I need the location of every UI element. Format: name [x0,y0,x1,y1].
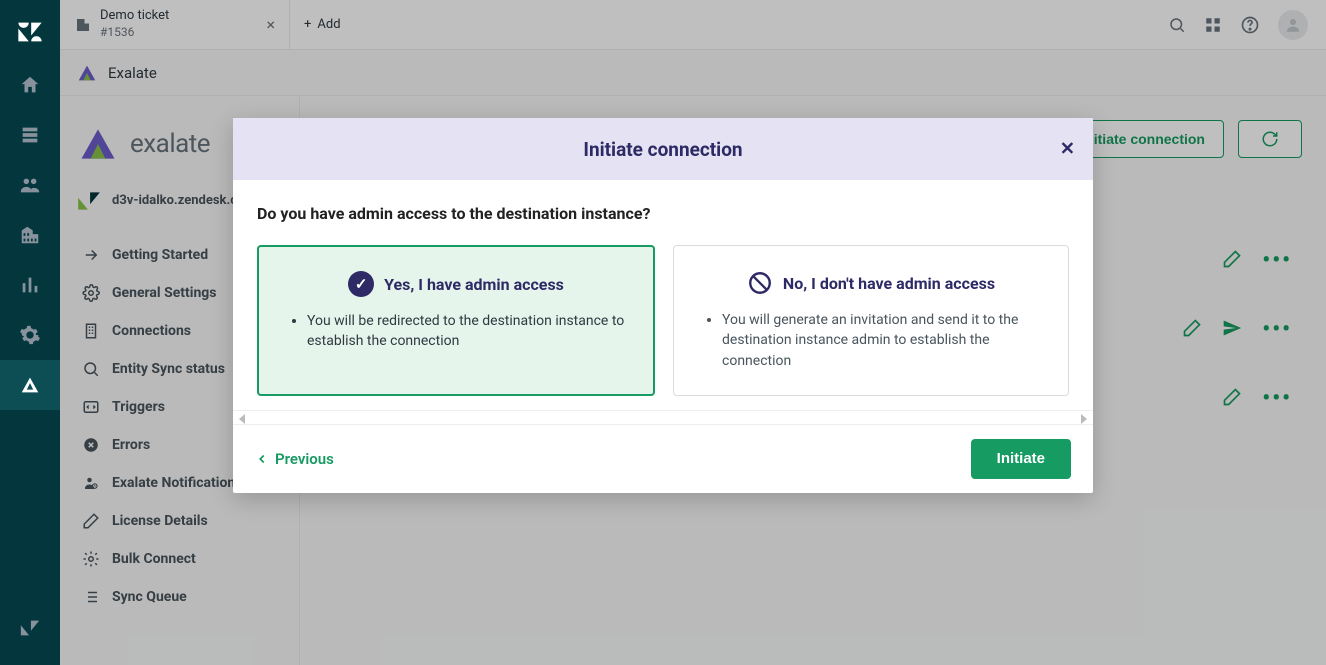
more-action[interactable]: ••• [1262,386,1292,411]
tab-title: Demo ticket [100,8,169,25]
modal-header: Initiate connection ✕ [233,118,1093,180]
option-bullet: You will be redirected to the destinatio… [307,311,631,352]
close-icon[interactable]: ✕ [1060,139,1075,160]
exalate-logo-icon [76,122,120,166]
add-tab-label: Add [317,17,340,32]
app-subheader: Exalate [60,50,1326,96]
nav-license[interactable]: License Details [76,504,283,538]
edit-action[interactable] [1222,249,1242,273]
button-label: Initiate connection [1081,131,1205,147]
nav-label: Getting Started [112,247,208,263]
rail-organizations[interactable] [0,210,60,260]
plus-icon: + [304,17,311,32]
nav-label: Triggers [112,399,165,415]
option-no-admin[interactable]: No, I don't have admin access You will g… [673,245,1069,396]
initiate-button[interactable]: Initiate [971,439,1071,479]
option-bullet: You will generate an invitation and send… [722,310,1046,371]
more-action[interactable]: ••• [1262,248,1292,273]
nav-label: Bulk Connect [112,551,196,567]
modal-title: Initiate connection [583,138,742,161]
rail-reporting[interactable] [0,260,60,310]
rail-zendesk-products[interactable] [0,603,60,653]
nav-sync-queue[interactable]: Sync Queue [76,580,283,614]
apps-icon[interactable] [1204,15,1222,35]
edit-icon [1182,318,1202,338]
list-icon [82,588,100,606]
option-yes-admin[interactable]: ✓ Yes, I have admin access You will be r… [257,245,655,396]
modal-question: Do you have admin access to the destinat… [257,204,1069,223]
nav-label: Entity Sync status [112,361,225,377]
chevron-left-icon [255,452,269,466]
edit-icon [1222,387,1242,407]
gear-icon [82,550,100,568]
ticket-icon [74,16,92,34]
error-icon [82,436,100,454]
nav-label: Errors [112,437,150,453]
zendesk-logo-icon [16,18,44,46]
zendesk-instance-icon [76,188,102,214]
add-tab-button[interactable]: + Add [290,0,355,49]
left-rail [0,0,60,665]
nav-label: Exalate Notifications [112,475,242,491]
exalate-glyph-icon [76,62,98,84]
refresh-button[interactable] [1238,120,1302,158]
rail-exalate[interactable] [0,360,60,410]
building-icon [82,322,100,340]
edit-action[interactable] [1182,318,1202,342]
initiate-connection-modal: Initiate connection ✕ Do you have admin … [233,118,1093,493]
exalate-brand-text: exalate [130,129,210,159]
arrow-right-icon [82,246,100,264]
edit-action[interactable] [1222,387,1242,411]
tabs-bar: Demo ticket #1536 × + Add [60,0,1326,50]
prohibited-icon [747,270,773,296]
nav-bulk-connect[interactable]: Bulk Connect [76,542,283,576]
rail-home[interactable] [0,60,60,110]
rail-customers[interactable] [0,160,60,210]
search-icon[interactable] [1168,15,1186,35]
option-title: Yes, I have admin access [384,275,564,294]
option-title: No, I don't have admin access [783,274,995,293]
initiate-label: Initiate [997,450,1045,467]
send-action[interactable] [1222,318,1242,342]
pencil-icon [82,512,100,530]
previous-label: Previous [275,450,334,468]
send-icon [1222,318,1242,338]
refresh-icon [1261,130,1279,148]
code-icon [82,398,100,416]
nav-label: License Details [112,513,208,529]
check-icon: ✓ [348,271,374,297]
modal-scrollbar-hint [233,410,1093,424]
tab-subtitle: #1536 [100,25,169,41]
rail-views[interactable] [0,110,60,160]
ticket-tab[interactable]: Demo ticket #1536 × [60,0,290,49]
nav-label: Connections [112,323,191,339]
user-notify-icon [82,474,100,492]
nav-label: General Settings [112,285,217,301]
tab-text: Demo ticket #1536 [100,8,169,40]
nav-label: Sync Queue [112,589,187,605]
close-tab-icon[interactable]: × [266,15,275,34]
previous-button[interactable]: Previous [255,450,334,468]
gear-icon [82,284,100,302]
edit-icon [1222,249,1242,269]
rail-admin[interactable] [0,310,60,360]
subheader-title: Exalate [108,64,157,82]
more-action[interactable]: ••• [1262,317,1292,342]
avatar[interactable] [1278,10,1308,40]
help-icon[interactable] [1240,14,1260,35]
search-icon [82,360,100,378]
